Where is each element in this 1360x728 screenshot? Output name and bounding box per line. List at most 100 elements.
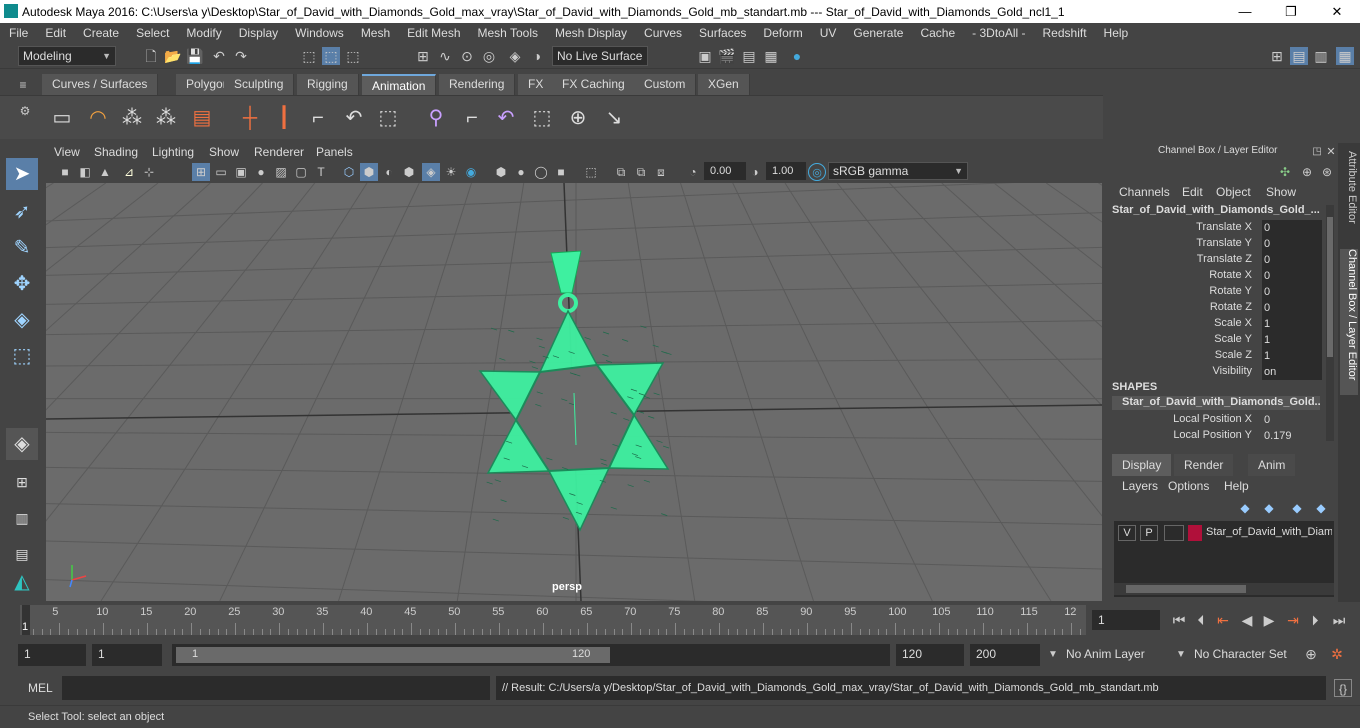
select-tool-icon[interactable]: ➤: [6, 158, 38, 190]
step-forward-frame-icon[interactable]: ⏵: [1306, 611, 1324, 629]
anim-start-field[interactable]: 1: [92, 644, 162, 666]
shelf-tab-fx-caching[interactable]: FX Caching: [552, 74, 636, 95]
shelf-tab-xgen[interactable]: XGen: [698, 74, 750, 95]
channel-menu-channels[interactable]: Channels: [1119, 185, 1170, 199]
depth-of-field-icon[interactable]: ⬚: [582, 163, 600, 181]
channel-row[interactable]: Visibility on: [1104, 364, 1338, 380]
panel-menu-show[interactable]: Show: [209, 145, 239, 159]
command-input[interactable]: [62, 676, 490, 700]
layer-menu-layers[interactable]: Layers: [1122, 479, 1158, 493]
channel-value[interactable]: 0: [1262, 284, 1322, 300]
menu-file[interactable]: File: [0, 26, 36, 40]
shape-name[interactable]: Star_of_David_with_Diamonds_Gold...: [1112, 396, 1320, 410]
panel-menu-view[interactable]: View: [54, 145, 80, 159]
menu-modify[interactable]: Modify: [177, 26, 229, 40]
menu-create[interactable]: Create: [74, 26, 127, 40]
move-tool-icon[interactable]: ✥: [6, 268, 38, 300]
hypershade-icon[interactable]: ●: [788, 47, 806, 65]
layer-move-down-icon[interactable]: ◆: [1260, 499, 1278, 517]
shelf-settings-icon[interactable]: ⚙: [16, 102, 34, 120]
exposure-field[interactable]: 0.00: [704, 162, 746, 180]
current-frame-field[interactable]: 1: [1092, 610, 1160, 630]
menu-mesh-tools[interactable]: Mesh Tools: [469, 26, 546, 40]
point-constraint-icon[interactable]: ⌐: [458, 104, 486, 132]
grid-icon[interactable]: ⊞: [192, 163, 210, 181]
anim-layer-dropdown[interactable]: No Anim Layer: [1062, 644, 1162, 666]
safe-title-icon[interactable]: ▢: [292, 163, 310, 181]
range-bar[interactable]: 1 120: [172, 644, 890, 666]
shelf-tab-curves-surfaces[interactable]: Curves / Surfaces: [42, 74, 158, 95]
frame-all-icon[interactable]: ⧉: [632, 163, 650, 181]
scale-constraint-icon[interactable]: ⬚: [528, 104, 556, 132]
gamma-icon[interactable]: ◑: [746, 163, 764, 181]
hud-icon[interactable]: T: [312, 163, 330, 181]
chevron-down-icon[interactable]: ▼: [1044, 646, 1062, 664]
channel-value[interactable]: 0.179: [1262, 428, 1322, 444]
current-time-indicator[interactable]: 1: [22, 605, 30, 635]
ipr-render-icon[interactable]: ▤: [740, 47, 758, 65]
wireframe-on-shaded-icon[interactable]: ◐: [380, 163, 398, 181]
menu-cache[interactable]: Cache: [911, 26, 963, 40]
close-button[interactable]: ✕: [1314, 0, 1360, 23]
camera-attributes-icon[interactable]: ◧: [76, 163, 94, 181]
render-view-icon[interactable]: ▦: [762, 47, 780, 65]
menu-3dtoall[interactable]: - 3DtoAll -: [963, 26, 1033, 40]
minimize-button[interactable]: —: [1222, 0, 1268, 23]
rotate-tool-icon[interactable]: ◈: [6, 304, 38, 336]
menu-deform[interactable]: Deform: [754, 26, 810, 40]
menu-mesh-display[interactable]: Mesh Display: [546, 26, 635, 40]
play-backwards-icon[interactable]: ◀: [1238, 611, 1256, 629]
open-scene-icon[interactable]: 📂: [164, 47, 182, 65]
panel-menu-panels[interactable]: Panels: [316, 145, 353, 159]
snap-curve-icon[interactable]: ∿: [436, 47, 454, 65]
go-to-start-icon[interactable]: ⏮: [1170, 611, 1188, 629]
menu-uv[interactable]: UV: [811, 26, 845, 40]
snap-grid-icon[interactable]: ⊞: [414, 47, 432, 65]
shelf-tab-custom[interactable]: Custom: [634, 74, 696, 95]
channel-row[interactable]: Scale Z 1: [1104, 348, 1338, 364]
ghost-icon[interactable]: ⁂: [118, 104, 146, 132]
channel-value[interactable]: 0: [1262, 412, 1322, 428]
channel-box-options-icon[interactable]: ⊕: [1298, 163, 1316, 181]
aim-constraint-icon[interactable]: ⊕: [564, 104, 592, 132]
shelf-menu-icon[interactable]: ≡: [14, 76, 32, 94]
range-handle[interactable]: 1 120: [176, 647, 610, 663]
motion-trail-icon[interactable]: ◠: [84, 104, 112, 132]
unghost-icon[interactable]: ⁂: [152, 104, 180, 132]
channel-row[interactable]: Translate Z0: [1104, 252, 1338, 268]
menu-windows[interactable]: Windows: [286, 26, 352, 40]
channel-value[interactable]: 1: [1262, 332, 1322, 348]
field-chart-icon[interactable]: ●: [252, 163, 270, 181]
side-tab-attribute-editor[interactable]: Attribute Editor: [1340, 151, 1358, 237]
shelf-tab-animation[interactable]: Animation: [362, 74, 436, 95]
scale-tool-icon[interactable]: ⬚: [6, 340, 38, 372]
channel-value[interactable]: 0: [1262, 300, 1322, 316]
menu-edit-mesh[interactable]: Edit Mesh: [398, 26, 468, 40]
ambient-occlusion-icon[interactable]: ●: [512, 163, 530, 181]
step-forward-key-icon[interactable]: ⇥: [1284, 611, 1302, 629]
orient-constraint-icon[interactable]: ↶: [492, 104, 520, 132]
resolution-gate-icon[interactable]: ▭: [212, 163, 230, 181]
channel-value[interactable]: 0: [1262, 268, 1322, 284]
chevron-down-icon[interactable]: ▼: [1172, 646, 1190, 664]
render-settings-icon[interactable]: ▣: [696, 47, 714, 65]
viewport-canvas[interactable]: [46, 183, 1102, 601]
end-time-field[interactable]: 120: [896, 644, 964, 666]
four-view-layout-icon[interactable]: ⊞: [6, 466, 38, 498]
panel-menu-renderer[interactable]: Renderer: [254, 145, 304, 159]
camera-icon[interactable]: ■: [56, 163, 74, 181]
new-layer-selected-icon[interactable]: ◆: [1312, 499, 1330, 517]
layer-move-up-icon[interactable]: ◆: [1236, 499, 1254, 517]
time-ruler[interactable]: 5 10 15 20 25 30 35 40 45 50 55 60 65 70 75 80 85 90 95 100…: [20, 605, 1086, 635]
object-name[interactable]: Star_of_David_with_Diamonds_Gold_...: [1112, 204, 1320, 216]
step-back-key-icon[interactable]: ⇤: [1214, 611, 1232, 629]
channel-box-toggle-icon[interactable]: ⊛: [1318, 163, 1336, 181]
viewport-persp[interactable]: persp: [46, 183, 1102, 601]
side-tab-channel-box[interactable]: Channel Box / Layer Editor: [1340, 249, 1358, 395]
auto-key-icon[interactable]: ⊕: [1302, 645, 1320, 663]
grid-toggle-icon[interactable]: ⊿: [120, 163, 138, 181]
color-management-icon[interactable]: ◎: [808, 163, 826, 181]
snap-surface-icon[interactable]: ◈: [506, 47, 524, 65]
layer-playback-toggle[interactable]: P: [1140, 525, 1158, 541]
menu-select[interactable]: Select: [127, 26, 177, 40]
